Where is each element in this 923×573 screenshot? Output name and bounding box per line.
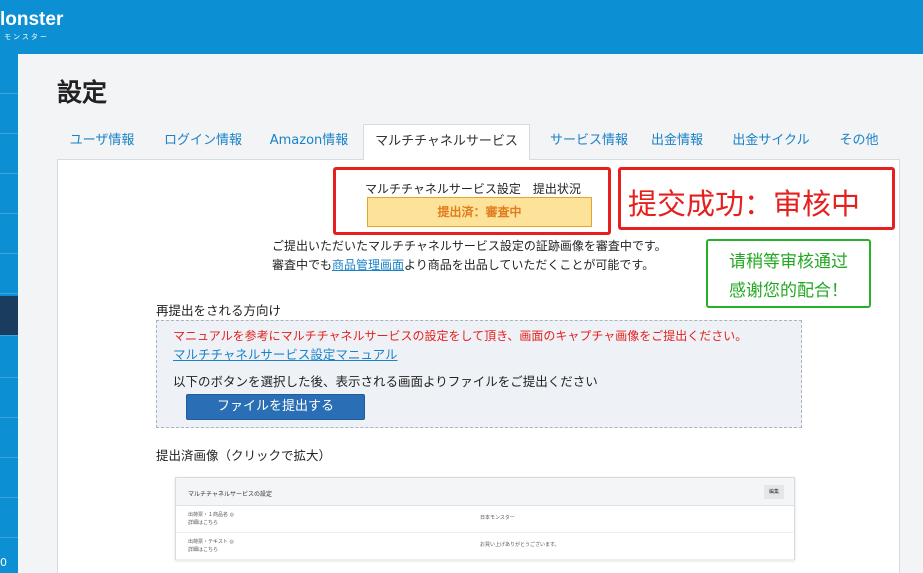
tab-other[interactable]: その他 xyxy=(831,124,887,160)
tab-withdrawal-cycle[interactable]: 出金サイクル xyxy=(721,124,821,160)
resubmit-section-title: 再提出をされる方向け xyxy=(156,303,282,318)
sidebar-item-2[interactable] xyxy=(0,94,18,134)
product-management-link[interactable]: 商品管理画面 xyxy=(332,258,404,272)
thumbnail-row-label: 出荷票・テキスト ◎ xyxy=(188,539,234,545)
tab-login-info[interactable]: ログイン情報 xyxy=(155,124,251,160)
sidebar-item-settings-active[interactable] xyxy=(0,296,18,336)
resubmit-instruction-red: マニュアルを参考にマルチチャネルサービスの設定をして頂き、画面のキャプチャ画像を… xyxy=(173,329,748,343)
thumbnail-row-value: 日本モンスター xyxy=(480,515,515,521)
submitted-images-title: 提出済画像（クリックで拡大） xyxy=(156,448,332,463)
tab-user-info[interactable]: ユーザ情報 xyxy=(59,124,145,160)
tab-multichannel-service[interactable]: マルチチャネルサービス xyxy=(363,124,530,161)
sidebar-item-6[interactable] xyxy=(0,254,18,294)
thumbnail-row-sublabel: 詳細はこちら xyxy=(188,547,219,553)
thumbnail-row: 出荷票・テキスト ◎ 詳細はこちら お買い上げありがとうございます。 xyxy=(176,534,794,560)
status-badge: 提出済：審査中 xyxy=(367,197,592,227)
sidebar-item-9[interactable] xyxy=(0,378,18,418)
app-logo-subtitle: モンスター xyxy=(4,33,49,41)
tab-amazon-info[interactable]: Amazon情報 xyxy=(261,124,357,160)
page-title: 設定 xyxy=(57,78,108,107)
submitted-image-thumbnail[interactable]: マルチチャネルサービスの設定 編集 出荷票・１商品名 ◎ 詳細はこちら 日本モン… xyxy=(175,477,795,560)
sidebar xyxy=(0,54,18,573)
review-description-line2: 審査中でも商品管理画面より商品を出品していただくことが可能です。 xyxy=(272,256,654,273)
resubmit-instruction: 以下のボタンを選択した後、表示される画面よりファイルをご提出ください xyxy=(173,374,598,389)
thumbnail-row-sublabel: 詳細はこちら xyxy=(188,520,219,526)
thumbnail-row-value: お買い上げありがとうございます。 xyxy=(480,542,560,548)
sidebar-item-3[interactable] xyxy=(0,134,18,174)
submission-status-label: マルチチャネルサービス設定 提出状況 xyxy=(365,182,581,196)
sidebar-item-10[interactable] xyxy=(0,418,18,458)
sidebar-item-5[interactable] xyxy=(0,214,18,254)
thumbnail-title: マルチチャネルサービスの設定 xyxy=(188,491,272,498)
annotation-note-line2: 感谢您的配合！ xyxy=(729,281,848,301)
thumbnail-row-label: 出荷票・１商品名 ◎ xyxy=(188,512,234,518)
settings-tabs: ユーザ情報 ログイン情報 Amazon情報 マルチチャネルサービス サービス情報… xyxy=(57,124,900,161)
review-description-line1: ご提出いただいたマルチチャネルサービス設定の証跡画像を審査中です。 xyxy=(272,239,667,253)
thumbnail-edit-button: 編集 xyxy=(764,485,784,499)
tab-withdrawal-info[interactable]: 出金情報 xyxy=(645,124,709,160)
tab-service-info[interactable]: サービス情報 xyxy=(537,124,641,160)
sidebar-item-12[interactable] xyxy=(0,498,18,538)
multichannel-manual-link[interactable]: マルチチャネルサービス設定マニュアル xyxy=(173,344,398,363)
desc-prefix: 審査中でも xyxy=(272,258,333,272)
sidebar-item-11[interactable] xyxy=(0,458,18,498)
sidebar-counter: 0 xyxy=(0,556,7,569)
sidebar-item-8[interactable] xyxy=(0,338,18,378)
annotation-success-text: 提交成功：审核中 xyxy=(628,187,861,221)
annotation-note-line1: 请稍等审核通过 xyxy=(729,252,848,272)
app-logo[interactable]: lonster xyxy=(0,10,63,30)
submit-file-button[interactable]: ファイルを提出する xyxy=(186,394,365,420)
thumbnail-row: 出荷票・１商品名 ◎ 詳細はこちら 日本モンスター xyxy=(176,507,794,533)
top-header-bar: lonster モンスター xyxy=(0,0,923,54)
thumbnail-header: マルチチャネルサービスの設定 編集 xyxy=(176,478,794,506)
sidebar-item-1[interactable] xyxy=(0,54,18,94)
desc-suffix: より商品を出品していただくことが可能です。 xyxy=(404,258,655,272)
sidebar-item-4[interactable] xyxy=(0,174,18,214)
